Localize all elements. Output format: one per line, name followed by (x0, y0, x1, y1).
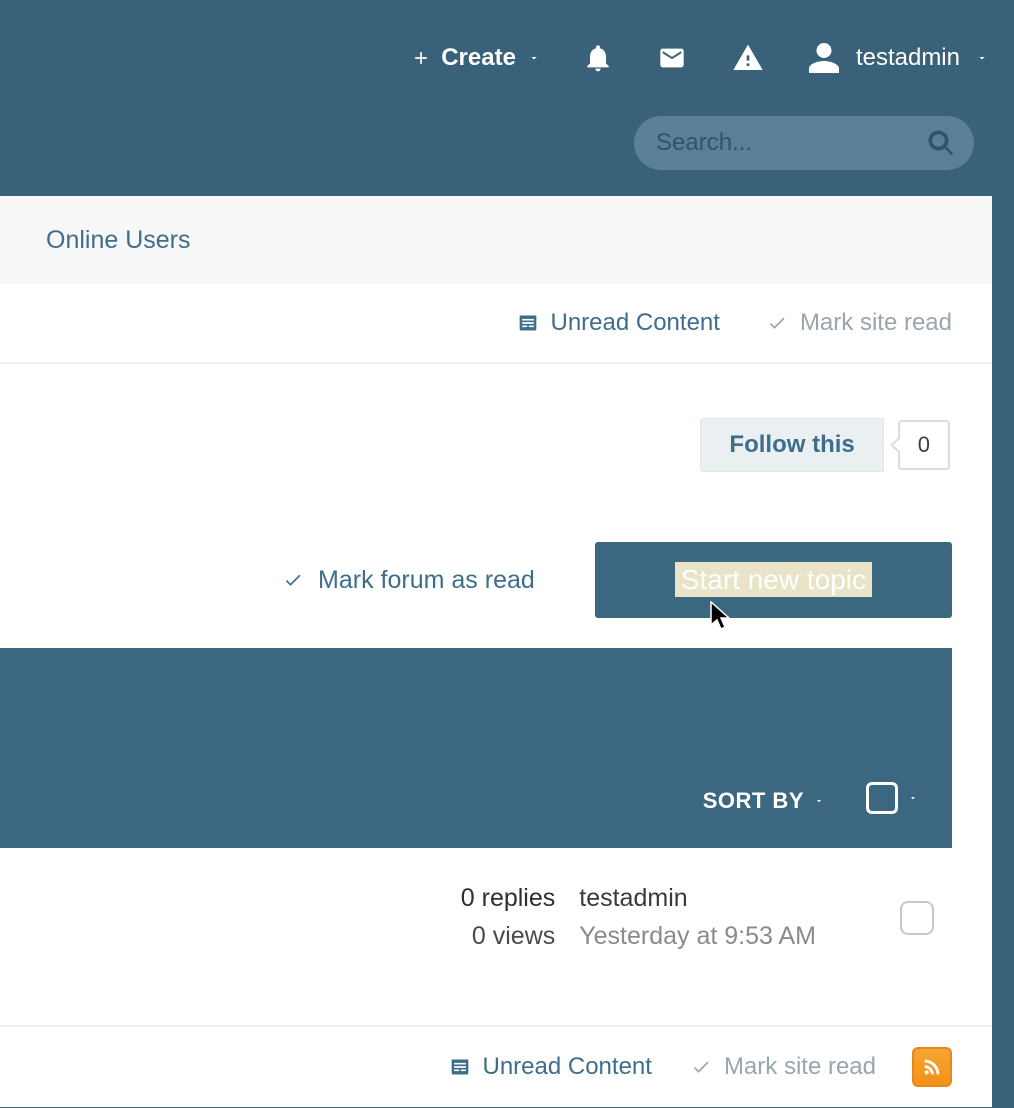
start-new-topic-button[interactable]: Start new topic (595, 542, 952, 618)
unread-content-label: Unread Content (482, 1053, 651, 1081)
follow-button[interactable]: Follow this 0 (700, 418, 950, 472)
content-area: Online Users Unread Content Mark site re… (0, 196, 992, 1107)
sort-by-button[interactable]: SORT BY (703, 788, 826, 814)
caret-down-icon (812, 796, 826, 806)
topic-views: 0 views (461, 918, 556, 956)
newspaper-icon (516, 313, 540, 333)
caret-down-icon (974, 52, 990, 64)
plus-icon (411, 48, 431, 68)
search-row (0, 116, 1014, 196)
check-icon (764, 313, 790, 333)
reports-button[interactable] (730, 42, 766, 74)
mark-site-read-label: Mark site read (724, 1053, 876, 1081)
mark-site-read-label: Mark site read (800, 309, 952, 337)
forum-header-bar: SORT BY (0, 648, 952, 848)
topic-replies: 0 replies (461, 880, 556, 918)
search-button[interactable] (926, 128, 956, 165)
rss-icon (921, 1056, 943, 1078)
utility-row-bottom: Unread Content Mark site read (0, 1025, 992, 1107)
topic-author-link[interactable]: testadmin (579, 880, 816, 918)
top-nav-bar: Create testadmin (0, 0, 1014, 116)
messages-button[interactable] (654, 44, 690, 72)
warning-icon (730, 42, 766, 74)
search-input[interactable] (634, 128, 918, 158)
create-label: Create (441, 44, 516, 72)
select-all-checkbox[interactable] (866, 782, 898, 814)
page-background-edge (992, 207, 1014, 1100)
mark-site-read-link[interactable]: Mark site read (688, 1053, 876, 1081)
create-button[interactable]: Create (411, 44, 542, 72)
username-label: testadmin (856, 44, 960, 72)
topic-row: 0 replies 0 views testadmin Yesterday at… (0, 848, 992, 1025)
follow-count-badge: 0 (898, 420, 950, 470)
follow-row: Follow this 0 (0, 364, 992, 502)
unread-content-label: Unread Content (550, 309, 719, 337)
utility-row-top: Unread Content Mark site read (0, 284, 992, 362)
topic-meta: testadmin Yesterday at 9:53 AM (579, 880, 816, 955)
check-icon (280, 570, 306, 590)
unread-content-link[interactable]: Unread Content (516, 309, 719, 337)
search-icon (926, 128, 956, 158)
topic-checkbox[interactable] (900, 901, 934, 935)
mark-forum-read-label: Mark forum as read (318, 566, 535, 595)
user-menu-button[interactable]: testadmin (806, 40, 990, 76)
select-all-toggle[interactable] (866, 782, 920, 814)
unread-content-link[interactable]: Unread Content (448, 1053, 651, 1081)
notifications-button[interactable] (582, 40, 614, 76)
caret-down-icon (906, 793, 920, 803)
mark-site-read-link[interactable]: Mark site read (764, 309, 952, 337)
action-row: Mark forum as read Start new topic (0, 502, 992, 648)
check-icon (688, 1057, 714, 1077)
tab-bar: Online Users (0, 196, 992, 284)
newspaper-icon (448, 1057, 472, 1077)
caret-down-icon (526, 52, 542, 64)
avatar-icon (806, 40, 842, 76)
bell-icon (582, 40, 614, 76)
topic-stats: 0 replies 0 views (461, 880, 556, 955)
sort-by-label: SORT BY (703, 788, 804, 814)
mark-forum-read-link[interactable]: Mark forum as read (280, 566, 535, 595)
follow-label: Follow this (700, 418, 883, 472)
search-box (634, 116, 974, 170)
topic-time: Yesterday at 9:53 AM (579, 918, 816, 956)
envelope-icon (654, 44, 690, 72)
start-new-topic-label: Start new topic (675, 562, 872, 597)
rss-button[interactable] (912, 1047, 952, 1087)
tab-online-users[interactable]: Online Users (46, 226, 191, 255)
